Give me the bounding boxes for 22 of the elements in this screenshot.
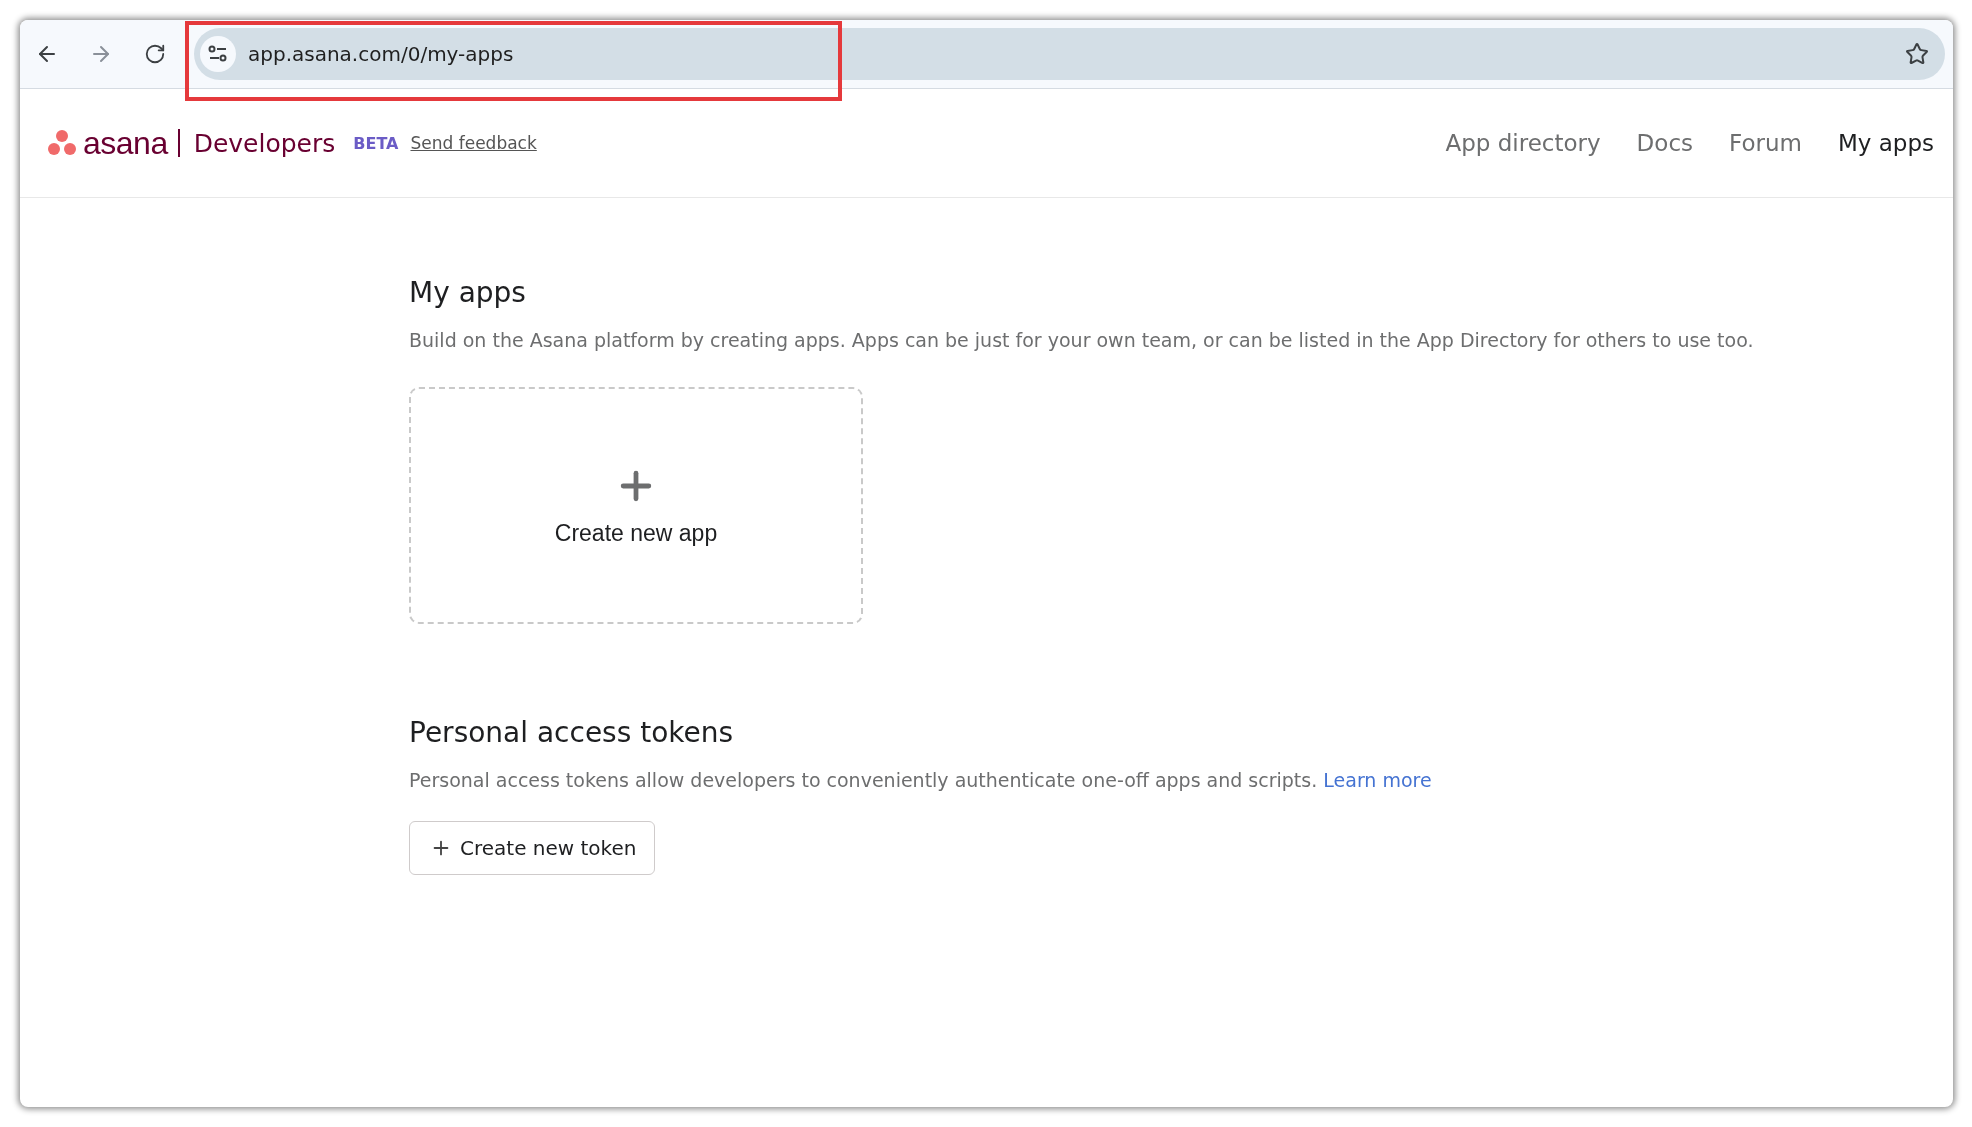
learn-more-link[interactable]: Learn more [1323,769,1432,791]
section-heading: My apps [409,276,527,309]
site-settings-icon[interactable] [200,36,236,72]
nav-link[interactable]: My apps [1837,130,1934,156]
product-title: Developers [193,128,336,158]
section-description: Personal access tokens allow developers to conveniently authenticate one-off apps and scripts. Learn more [409,769,1433,791]
create-app-label: Create new app [554,520,718,547]
address-bar[interactable]: app.asana.com/0/my-apps [194,28,1945,80]
feedback-link[interactable]: Send feedback [410,133,537,153]
logo-text: asana [83,124,168,162]
section-heading: Personal access tokens [409,716,735,749]
create-app-card[interactable]: Create new app [409,387,863,624]
bookmark-star-icon[interactable] [1905,42,1929,66]
three-dots-logo-icon [47,129,77,157]
url-text: app.asana.com/0/my-apps [248,42,515,66]
nav-link[interactable]: App directory [1445,130,1601,156]
nav-link[interactable]: Forum [1729,130,1802,156]
reload-icon [144,43,166,65]
beta-label: BETA [353,133,399,153]
create-token-button[interactable]: Create new token [409,821,656,875]
section-description: Build on the Asana platform by creating apps. Apps can be just for your own team, or can be listed in the App Directory for others to use too. [409,329,1755,351]
nav-link[interactable]: Docs [1636,130,1694,156]
